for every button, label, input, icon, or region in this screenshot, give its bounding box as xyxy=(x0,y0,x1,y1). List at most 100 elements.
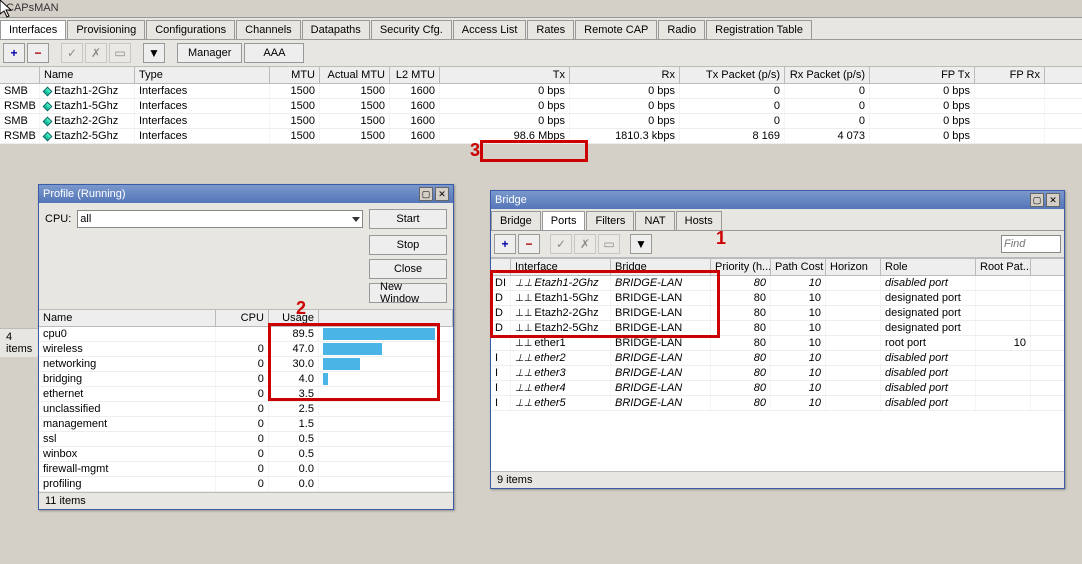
stop-button[interactable]: Stop xyxy=(369,235,447,255)
tab-registration-table[interactable]: Registration Table xyxy=(706,20,812,39)
col-header[interactable]: Root Pat... xyxy=(976,259,1031,275)
type-cell: Interfaces xyxy=(135,99,270,113)
remove-button[interactable]: − xyxy=(27,43,49,63)
tab-nat[interactable]: NAT xyxy=(635,211,674,230)
table-row[interactable]: management01.5 xyxy=(39,417,453,432)
col-header[interactable]: Interface xyxy=(511,259,611,275)
name-cell: Etazh1-2Ghz xyxy=(40,84,135,98)
table-row[interactable]: RSMBEtazh1-5GhzInterfaces1500150016000 b… xyxy=(0,99,1082,114)
col-header[interactable]: Priority (h... xyxy=(711,259,771,275)
comment-button[interactable]: ▭ xyxy=(598,234,620,254)
col-header[interactable]: FP Rx xyxy=(975,67,1045,83)
filter-button[interactable]: ▼ xyxy=(630,234,652,254)
col-header[interactable] xyxy=(491,259,511,275)
filter-button[interactable]: ▼ xyxy=(143,43,165,63)
table-row[interactable]: SMBEtazh1-2GhzInterfaces1500150016000 bp… xyxy=(0,84,1082,99)
col-header[interactable]: Rx xyxy=(570,67,680,83)
table-row[interactable]: bridging04.0 xyxy=(39,372,453,387)
port-icon: ⊥⊥ xyxy=(515,338,532,349)
table-row[interactable]: D⊥⊥Etazh2-5GhzBRIDGE-LAN8010designated p… xyxy=(491,321,1064,336)
table-row[interactable]: ⊥⊥ether1BRIDGE-LAN8010root port10 xyxy=(491,336,1064,351)
bridge-toolbar: + − ✓ ✗ ▭ ▼ xyxy=(491,231,1064,258)
table-row[interactable]: networking030.0 xyxy=(39,357,453,372)
col-usage[interactable]: Usage xyxy=(269,310,319,326)
tab-interfaces[interactable]: Interfaces xyxy=(0,20,66,39)
table-row[interactable]: unclassified02.5 xyxy=(39,402,453,417)
enable-button[interactable]: ✓ xyxy=(61,43,83,63)
new-window-button[interactable]: New Window xyxy=(369,283,447,303)
start-button[interactable]: Start xyxy=(369,209,447,229)
close-button[interactable]: Close xyxy=(369,259,447,279)
col-header[interactable]: Tx xyxy=(440,67,570,83)
col-header[interactable] xyxy=(0,67,40,83)
tab-channels[interactable]: Channels xyxy=(236,20,300,39)
minimize-icon[interactable]: ▢ xyxy=(1030,193,1044,207)
tab-ports[interactable]: Ports xyxy=(542,211,586,230)
tab-datapaths[interactable]: Datapaths xyxy=(302,20,370,39)
table-row[interactable]: firewall-mgmt00.0 xyxy=(39,462,453,477)
col-header[interactable]: Rx Packet (p/s) xyxy=(785,67,870,83)
col-header[interactable]: MTU xyxy=(270,67,320,83)
flags-cell: RSMB xyxy=(0,129,40,143)
col-cpu[interactable]: CPU xyxy=(216,310,269,326)
tab-hosts[interactable]: Hosts xyxy=(676,211,722,230)
tab-filters[interactable]: Filters xyxy=(586,211,634,230)
profile-titlebar[interactable]: Profile (Running) ▢ ✕ xyxy=(39,185,453,203)
table-row[interactable]: RSMBEtazh2-5GhzInterfaces15001500160098.… xyxy=(0,129,1082,144)
table-row[interactable]: I⊥⊥ether2BRIDGE-LAN8010disabled port xyxy=(491,351,1064,366)
close-icon[interactable]: ✕ xyxy=(1046,193,1060,207)
manager-button[interactable]: Manager xyxy=(177,43,242,63)
bridge-titlebar[interactable]: Bridge ▢ ✕ xyxy=(491,191,1064,209)
tab-remote-cap[interactable]: Remote CAP xyxy=(575,20,657,39)
comment-button[interactable]: ▭ xyxy=(109,43,131,63)
col-header[interactable]: Type xyxy=(135,67,270,83)
interface-icon xyxy=(43,131,53,141)
tab-bridge[interactable]: Bridge xyxy=(491,211,541,230)
col-name[interactable]: Name xyxy=(39,310,216,326)
col-header[interactable]: L2 MTU xyxy=(390,67,440,83)
table-row[interactable]: wireless047.0 xyxy=(39,342,453,357)
col-header[interactable]: Horizon xyxy=(826,259,881,275)
enable-button[interactable]: ✓ xyxy=(550,234,572,254)
tab-configurations[interactable]: Configurations xyxy=(146,20,235,39)
close-icon[interactable]: ✕ xyxy=(435,187,449,201)
tab-rates[interactable]: Rates xyxy=(527,20,574,39)
table-row[interactable]: I⊥⊥ether3BRIDGE-LAN8010disabled port xyxy=(491,366,1064,381)
table-row[interactable]: DI⊥⊥Etazh1-2GhzBRIDGE-LAN8010disabled po… xyxy=(491,276,1064,291)
cpu-select[interactable]: all xyxy=(77,210,363,228)
interfaces-grid: NameTypeMTUActual MTUL2 MTUTxRxTx Packet… xyxy=(0,67,1082,144)
type-cell: Interfaces xyxy=(135,129,270,143)
col-header[interactable]: Path Cost xyxy=(771,259,826,275)
col-header[interactable]: Tx Packet (p/s) xyxy=(680,67,785,83)
flags-cell: SMB xyxy=(0,114,40,128)
table-row[interactable]: D⊥⊥Etazh1-5GhzBRIDGE-LAN8010designated p… xyxy=(491,291,1064,306)
interface-icon xyxy=(43,101,53,111)
col-header[interactable]: Actual MTU xyxy=(320,67,390,83)
tab-provisioning[interactable]: Provisioning xyxy=(67,20,145,39)
table-row[interactable]: winbox00.5 xyxy=(39,447,453,462)
table-row[interactable]: ssl00.5 xyxy=(39,432,453,447)
col-header[interactable]: FP Tx xyxy=(870,67,975,83)
add-button[interactable]: + xyxy=(494,234,516,254)
col-header[interactable]: Name xyxy=(40,67,135,83)
aaa-button[interactable]: AAA xyxy=(244,43,304,63)
find-input[interactable] xyxy=(1001,235,1061,253)
table-row[interactable]: SMBEtazh2-2GhzInterfaces1500150016000 bp… xyxy=(0,114,1082,129)
table-row[interactable]: ethernet03.5 xyxy=(39,387,453,402)
col-header[interactable]: Bridge xyxy=(611,259,711,275)
disable-button[interactable]: ✗ xyxy=(574,234,596,254)
table-row[interactable]: profiling00.0 xyxy=(39,477,453,492)
col-bar[interactable] xyxy=(319,310,453,326)
table-row[interactable]: D⊥⊥Etazh2-2GhzBRIDGE-LAN8010designated p… xyxy=(491,306,1064,321)
add-button[interactable]: + xyxy=(3,43,25,63)
tab-radio[interactable]: Radio xyxy=(658,20,705,39)
table-row[interactable]: cpu089.5 xyxy=(39,327,453,342)
col-header[interactable]: Role xyxy=(881,259,976,275)
remove-button[interactable]: − xyxy=(518,234,540,254)
minimize-icon[interactable]: ▢ xyxy=(419,187,433,201)
tab-access-list[interactable]: Access List xyxy=(453,20,527,39)
table-row[interactable]: I⊥⊥ether5BRIDGE-LAN8010disabled port xyxy=(491,396,1064,411)
tab-security-cfg-[interactable]: Security Cfg. xyxy=(371,20,452,39)
disable-button[interactable]: ✗ xyxy=(85,43,107,63)
table-row[interactable]: I⊥⊥ether4BRIDGE-LAN8010disabled port xyxy=(491,381,1064,396)
